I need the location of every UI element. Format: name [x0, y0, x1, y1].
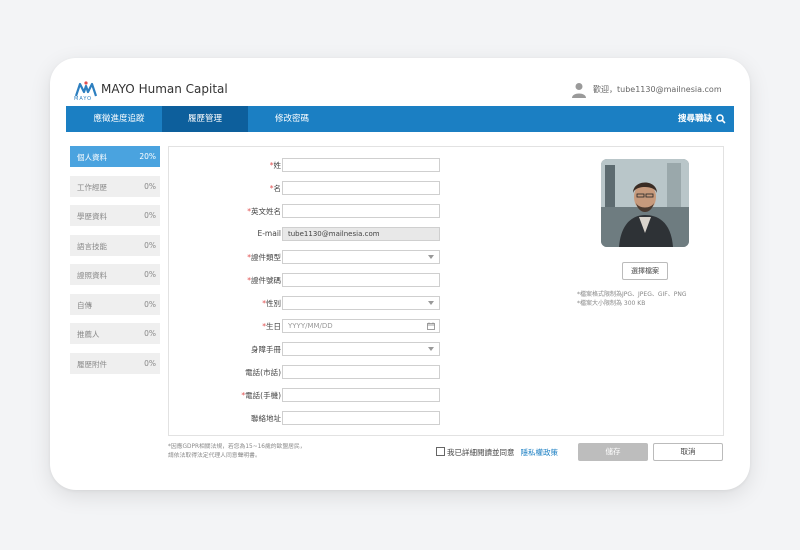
gdpr-line-1: *因應GDPR相關法規，若您為15~16歲的歐盟居民，: [168, 444, 306, 450]
chevron-down-icon: [428, 255, 434, 259]
id-number-label: *證件號碼: [247, 276, 281, 285]
last-name-input[interactable]: [282, 158, 440, 172]
nav-tab-application-tracking[interactable]: 應徵進度追蹤: [74, 106, 164, 132]
sidebar-item-percent: 0%: [144, 329, 156, 338]
calendar-icon[interactable]: [427, 322, 435, 330]
photo-size-note: *檔案大小限制為 300 KB: [577, 300, 646, 307]
sidebar-item-language-skills[interactable]: 語言技能 0%: [70, 234, 160, 256]
phone-mobile-input[interactable]: [282, 388, 440, 402]
form-row-email: E-mail tube1130@mailnesia.com: [169, 227, 469, 241]
sidebar-item-percent: 20%: [139, 152, 156, 161]
sidebar-item-percent: 0%: [144, 299, 156, 309]
first-name-label: *名: [269, 184, 281, 193]
sidebar-item-work-experience[interactable]: 工作經歷 0%: [70, 175, 160, 197]
nav-bar: 應徵進度追蹤 履歷管理 修改密碼 搜尋職缺: [66, 106, 734, 132]
search-jobs-label: 搜尋職缺: [677, 114, 712, 124]
disability-select[interactable]: [282, 342, 440, 356]
nav-tab-change-password[interactable]: 修改密碼: [252, 106, 332, 132]
logo-subtext: MAYO: [74, 96, 93, 102]
id-number-input[interactable]: [282, 273, 440, 287]
header: MAYO MAYO Human Capital 歡迎，tube1130@mail…: [66, 78, 734, 104]
phone-mobile-label: *電話(手機): [241, 391, 281, 400]
choose-file-button[interactable]: 選擇檔案: [622, 262, 668, 280]
brand-name: MAYO Human Capital: [101, 82, 228, 96]
english-name-input[interactable]: [282, 204, 440, 218]
sidebar-item-label: 工作經歷: [77, 182, 107, 192]
form-row-id-number: *證件號碼: [169, 273, 469, 287]
search-icon: [716, 113, 726, 124]
profile-photo-image: [601, 159, 689, 247]
address-label: 聯絡地址: [251, 414, 281, 423]
gender-select[interactable]: [282, 296, 440, 310]
cancel-button[interactable]: 取消: [653, 443, 723, 461]
sidebar-item-label: 履歷附件: [77, 359, 107, 369]
email-field: tube1130@mailnesia.com: [282, 227, 440, 241]
last-name-label: *姓: [269, 161, 281, 170]
form-row-english-name: *英文姓名: [169, 204, 469, 218]
phone-home-label: 電話(市話): [245, 368, 281, 377]
agree-text: 我已詳細閱讀並同意: [447, 448, 515, 457]
search-jobs-button[interactable]: 搜尋職缺: [678, 106, 726, 132]
save-button[interactable]: 儲存: [578, 443, 648, 461]
email-label: E-mail: [257, 229, 281, 238]
agree-checkbox[interactable]: [436, 447, 445, 456]
disability-label: 身障手冊: [251, 345, 281, 354]
form-row-first-name: *名: [169, 181, 469, 195]
english-name-label: *英文姓名: [247, 207, 281, 216]
sidebar-item-label: 自傳: [77, 300, 92, 310]
address-input[interactable]: [282, 411, 440, 425]
user-icon: [572, 83, 586, 98]
sidebar-item-label: 語言技能: [77, 241, 107, 251]
sidebar-item-percent: 0%: [144, 358, 156, 368]
form-row-disability: 身障手冊: [169, 342, 469, 356]
photo-format-note: *檔案格式限制為JPG、JPEG、GIF、PNG: [577, 291, 687, 298]
sidebar-item-references[interactable]: 推薦人 0%: [70, 323, 160, 344]
personal-info-form: *姓 *名 *英文姓名 E-mail tube1130@mailnesia.co…: [168, 146, 724, 436]
first-name-input[interactable]: [282, 181, 440, 195]
welcome-text: 歡迎，tube1130@mailnesia.com: [593, 85, 722, 94]
sidebar-item-label: 證照資料: [77, 271, 107, 280]
id-type-select[interactable]: [282, 250, 440, 264]
form-row-id-type: *證件類型: [169, 250, 469, 264]
sidebar-item-label: 推薦人: [77, 330, 100, 339]
form-row-last-name: *姓: [169, 158, 469, 172]
gender-label: *性別: [262, 299, 281, 308]
privacy-policy-link[interactable]: 隱私權政策: [521, 448, 559, 457]
sidebar-item-label: 個人資料: [77, 153, 107, 162]
gdpr-line-2: 請依法取得法定代理人同意聲明書。: [168, 453, 261, 459]
form-row-birthday: *生日 YYYY/MM/DD: [169, 319, 469, 333]
form-row-phone-mobile: *電話(手機): [169, 388, 469, 402]
id-type-label: *證件類型: [247, 253, 281, 262]
form-row-phone-home: 電話(市話): [169, 365, 469, 379]
chevron-down-icon: [428, 347, 434, 351]
profile-photo: [601, 159, 689, 247]
nav-tab-resume-management[interactable]: 履歷管理: [162, 106, 248, 132]
sidebar-item-attachments[interactable]: 履歷附件 0%: [70, 352, 160, 374]
birthday-placeholder: YYYY/MM/DD: [288, 322, 333, 330]
chevron-down-icon: [428, 301, 434, 305]
sidebar-item-percent: 0%: [144, 211, 156, 220]
form-row-gender: *性別: [169, 296, 469, 310]
sidebar-item-personal-info[interactable]: 個人資料 20%: [70, 146, 160, 167]
birthday-input[interactable]: YYYY/MM/DD: [282, 319, 440, 333]
sidebar-item-percent: 0%: [144, 181, 156, 191]
privacy-agreement: 我已詳細閱讀並同意 隱私權政策: [436, 447, 558, 458]
sidebar-item-label: 學歷資料: [77, 212, 107, 221]
phone-home-input[interactable]: [282, 365, 440, 379]
birthday-label: *生日: [262, 322, 281, 331]
sidebar-item-education[interactable]: 學歷資料 0%: [70, 205, 160, 226]
form-row-address: 聯絡地址: [169, 411, 469, 425]
sidebar-item-percent: 0%: [144, 240, 156, 250]
sidebar-item-autobiography[interactable]: 自傳 0%: [70, 293, 160, 315]
sidebar-item-certificates[interactable]: 證照資料 0%: [70, 264, 160, 285]
gdpr-notice: *因應GDPR相關法規，若您為15~16歲的歐盟居民， 請依法取得法定代理人同意…: [168, 443, 306, 461]
sidebar-item-percent: 0%: [144, 270, 156, 279]
resume-sidebar: 個人資料 20% 工作經歷 0% 學歷資料 0% 語言技能 0% 證照資料 0%…: [70, 146, 160, 382]
